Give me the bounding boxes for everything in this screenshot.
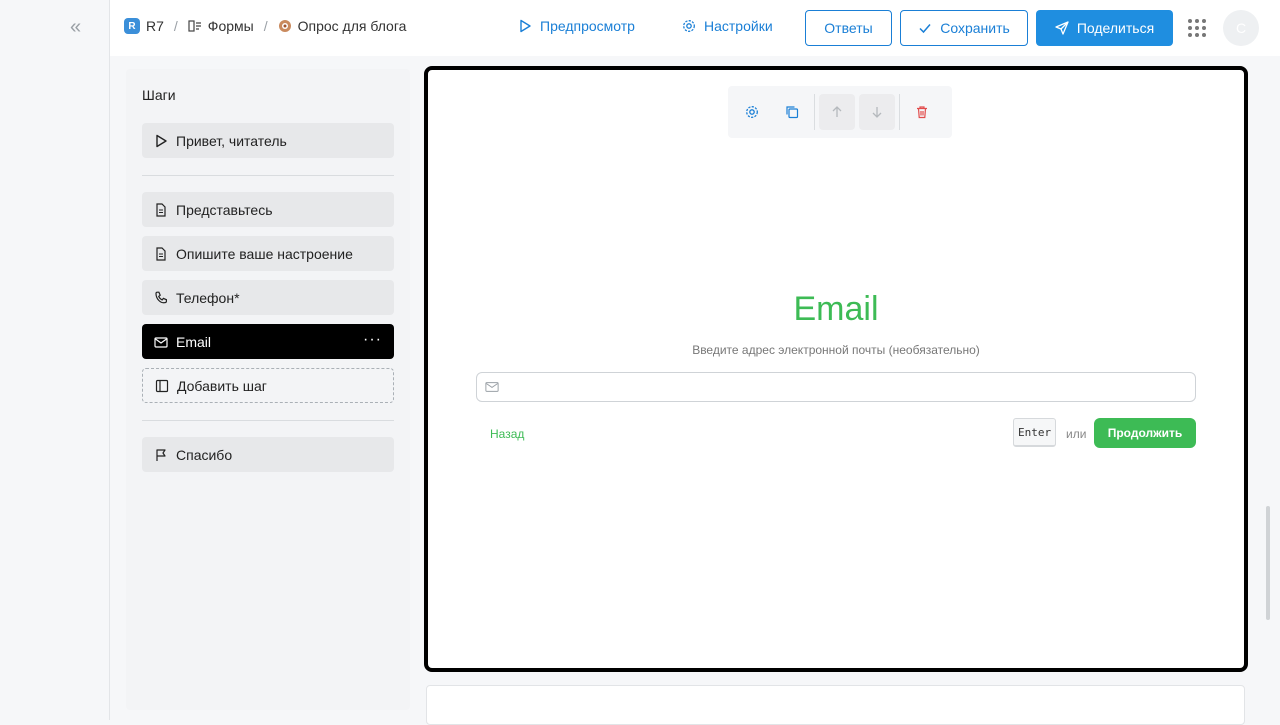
- toolbar-separator: [899, 94, 900, 130]
- left-rail: «: [0, 0, 110, 720]
- preview-button[interactable]: Предпросмотр: [518, 18, 635, 34]
- move-down-button[interactable]: [859, 94, 895, 130]
- document-icon: [154, 202, 168, 217]
- back-button[interactable]: Назад: [490, 427, 524, 441]
- gear-icon: [745, 105, 759, 119]
- avatar[interactable]: С: [1223, 10, 1259, 46]
- save-button[interactable]: Сохранить: [900, 10, 1028, 46]
- continue-button[interactable]: Продолжить: [1094, 418, 1196, 448]
- breadcrumb-separator: /: [173, 18, 178, 34]
- step-settings-button[interactable]: [734, 94, 770, 130]
- steps-divider: [142, 175, 394, 176]
- share-button[interactable]: Поделиться: [1036, 10, 1173, 46]
- duplicate-step-button[interactable]: [774, 94, 810, 130]
- step-item-1[interactable]: Представьтесь: [142, 192, 394, 227]
- step-item-3[interactable]: Телефон*: [142, 280, 394, 315]
- responses-button[interactable]: Ответы: [805, 10, 892, 46]
- trash-icon: [915, 105, 929, 119]
- step-item-4-active[interactable]: Email ···: [142, 324, 394, 359]
- steps-title: Шаги: [142, 87, 176, 103]
- play-icon: [518, 19, 532, 33]
- step-label: Спасибо: [176, 446, 233, 463]
- step-label: Опишите ваше настроение: [176, 245, 353, 262]
- enter-key-hint: Enter: [1013, 418, 1057, 447]
- question-subtitle[interactable]: Введите адрес электронной почты (необяза…: [428, 343, 1244, 357]
- settings-button[interactable]: Настройки: [682, 18, 773, 34]
- step-welcome[interactable]: Привет, читатель: [142, 123, 394, 158]
- step-label: Телефон*: [176, 289, 240, 306]
- mail-icon: [154, 335, 168, 349]
- email-input[interactable]: [505, 374, 1195, 400]
- apps-grid-icon[interactable]: [1188, 19, 1206, 37]
- question-title[interactable]: Email: [428, 290, 1244, 329]
- step-item-2[interactable]: Опишите ваше настроение: [142, 236, 394, 271]
- check-icon: [918, 21, 932, 35]
- arrow-up-icon: [830, 105, 844, 119]
- workspace-label: R7: [146, 18, 164, 34]
- share-label: Поделиться: [1076, 20, 1155, 36]
- flag-icon: [154, 448, 168, 462]
- play-icon: [154, 134, 168, 148]
- collapse-sidebar-icon[interactable]: «: [70, 17, 81, 37]
- document-icon: [154, 246, 168, 261]
- or-label: или: [1066, 427, 1087, 441]
- step-label: Привет, читатель: [176, 132, 287, 149]
- send-icon: [1055, 21, 1069, 35]
- step-editor-canvas: Email Введите адрес электронной почты (н…: [424, 66, 1248, 672]
- breadcrumb-forms[interactable]: Формы: [188, 18, 254, 34]
- add-step-label: Добавить шаг: [177, 377, 267, 394]
- forms-icon: [188, 19, 202, 33]
- delete-step-button[interactable]: [904, 94, 940, 130]
- add-step-icon: [155, 379, 169, 393]
- toolbar-separator: [814, 94, 815, 130]
- step-toolbar: [728, 86, 952, 138]
- step-ending[interactable]: Спасибо: [142, 437, 394, 472]
- step-label: Представьтесь: [176, 201, 273, 218]
- email-field[interactable]: [476, 372, 1196, 402]
- step-label: Email: [176, 333, 212, 350]
- mail-icon: [485, 380, 499, 394]
- arrow-down-icon: [870, 105, 884, 119]
- top-bar: R R7 / Формы / Опрос для блога Предпросм…: [110, 0, 1280, 56]
- gear-icon: [682, 19, 696, 33]
- breadcrumb: R R7 / Формы / Опрос для блога: [124, 18, 406, 34]
- form-title: Опрос для блога: [297, 18, 407, 34]
- steps-divider: [142, 420, 394, 421]
- preview-label: Предпросмотр: [540, 18, 635, 34]
- phone-icon: [154, 291, 168, 305]
- breadcrumb-form[interactable]: Опрос для блога: [278, 18, 407, 34]
- copy-icon: [785, 105, 799, 119]
- scrollbar-thumb[interactable]: [1266, 506, 1270, 620]
- breadcrumb-workspace[interactable]: R R7: [124, 18, 164, 34]
- steps-panel: Шаги Привет, читатель Представьтесь Опиш…: [126, 69, 410, 710]
- save-label: Сохранить: [940, 20, 1010, 36]
- move-up-button[interactable]: [819, 94, 855, 130]
- settings-label: Настройки: [704, 18, 773, 34]
- add-step-button[interactable]: Добавить шаг: [142, 368, 394, 403]
- forms-label: Формы: [207, 18, 254, 34]
- next-step-card[interactable]: [426, 685, 1245, 725]
- breadcrumb-separator: /: [263, 18, 268, 34]
- form-emoji-icon: [278, 19, 292, 33]
- responses-label: Ответы: [824, 20, 873, 36]
- more-options-icon[interactable]: ···: [363, 332, 382, 348]
- workspace-badge: R: [124, 18, 140, 34]
